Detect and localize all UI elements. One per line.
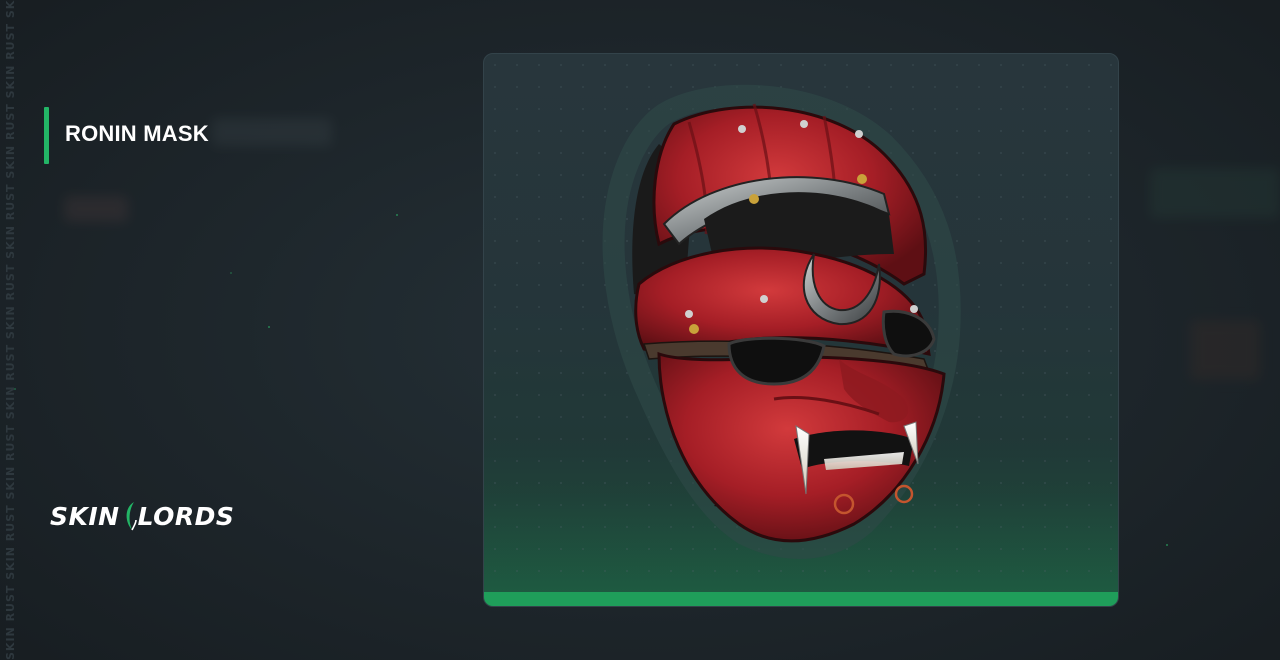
ronin-mask-image <box>602 84 961 559</box>
blurred-panel <box>1150 168 1280 218</box>
crescent-logo-icon <box>126 502 137 531</box>
item-title: RONIN MASK <box>65 121 209 146</box>
item-showcase: SKIN RUST SKIN RUST SKIN RUST SKIN RUST … <box>0 0 1280 660</box>
rarity-bar <box>484 592 1118 606</box>
blurred-meta <box>212 118 332 146</box>
skinlords-logo[interactable]: SKIN LORDS <box>50 498 234 534</box>
item-preview-card <box>483 53 1119 607</box>
side-watermark: SKIN RUST SKIN RUST SKIN RUST SKIN RUST … <box>4 0 17 660</box>
title-accent-bar <box>44 107 49 164</box>
logo-text-skin: SKIN <box>50 501 120 531</box>
logo-text-lords: LORDS <box>137 501 235 531</box>
blurred-thumb <box>1190 320 1260 380</box>
blurred-badge <box>64 196 128 222</box>
